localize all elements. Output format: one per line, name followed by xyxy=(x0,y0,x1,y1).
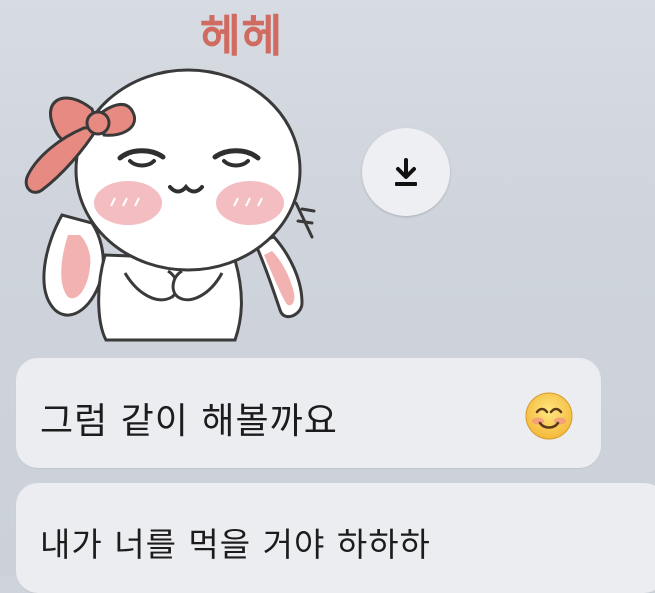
download-icon xyxy=(395,158,417,186)
message-bubble[interactable]: 그럼 같이 해볼까요 xyxy=(16,358,601,468)
message-text: 내가 너를 먹을 거야 하하하 xyxy=(40,525,431,564)
chat-screen: 헤헤 그럼 같이 해볼까요 내가 너를 먹을 거야 하하하 xyxy=(0,0,655,593)
message-bubble[interactable]: 내가 너를 먹을 거야 하하하 xyxy=(16,483,655,593)
bunny-sticker[interactable]: 헤헤 xyxy=(10,5,340,345)
message-text: 그럼 같이 해볼까요 xyxy=(40,401,338,442)
download-button[interactable] xyxy=(362,128,450,216)
sticker-caption: 헤헤 xyxy=(200,11,283,62)
smiling-face-icon xyxy=(525,392,573,440)
bunny-sticker-icon xyxy=(24,68,316,342)
